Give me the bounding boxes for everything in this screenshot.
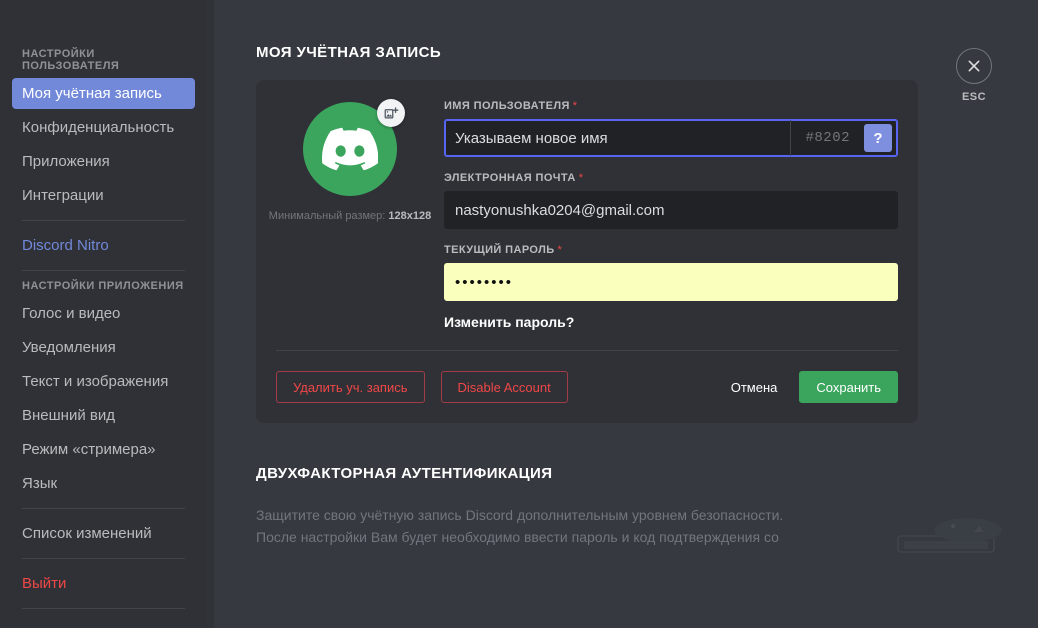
two-factor-title: ДВУХФАКТОРНАЯ АУТЕНТИФИКАЦИЯ	[256, 465, 553, 482]
sidebar-item-notifications[interactable]: Уведомления	[12, 332, 195, 363]
sidebar-item-language[interactable]: Язык	[12, 468, 195, 499]
sidebar-item-my-account[interactable]: Моя учётная запись	[12, 78, 195, 109]
username-label: ИМЯ ПОЛЬЗОВАТЕЛЯ *	[444, 100, 898, 112]
two-factor-description-line-1: Защитите свою учётную запись Discord доп…	[256, 507, 784, 523]
password-field-group: ТЕКУЩИЙ ПАРОЛЬ * •••••••• Изменить пароль…	[444, 244, 898, 330]
email-input[interactable]	[445, 192, 897, 228]
card-divider	[276, 350, 898, 351]
sidebar-item-logout[interactable]: Выйти	[12, 568, 195, 599]
account-card: Минимальный размер: 128x128 ИМЯ ПОЛЬЗОВА…	[256, 80, 918, 423]
disable-account-button[interactable]: Disable Account	[440, 371, 568, 403]
sidebar-item-apps[interactable]: Приложения	[12, 146, 195, 177]
sidebar-divider	[22, 220, 185, 221]
cancel-button[interactable]: Отмена	[725, 371, 784, 403]
two-factor-description: Защитите свою учётную запись Discord доп…	[256, 504, 876, 548]
email-label: ЭЛЕКТРОННАЯ ПОЧТА *	[444, 172, 898, 184]
sidebar-divider	[22, 508, 185, 509]
sidebar-item-label: Текст и изображения	[22, 373, 169, 390]
required-asterisk: *	[557, 244, 563, 256]
sidebar-item-label: Язык	[22, 475, 58, 492]
avatar-min-size-label: Минимальный размер:	[268, 210, 386, 222]
decorative-illustration	[890, 500, 1038, 554]
sidebar-item-privacy[interactable]: Конфиденциальность	[12, 112, 195, 143]
settings-sidebar: НАСТРОЙКИ ПОЛЬЗОВАТЕЛЯ Моя учётная запис…	[0, 0, 207, 628]
close-icon[interactable]	[956, 48, 992, 84]
password-label: ТЕКУЩИЙ ПАРОЛЬ *	[444, 244, 898, 256]
add-image-icon[interactable]	[377, 99, 405, 127]
sidebar-item-changelog[interactable]: Список изменений	[12, 518, 195, 549]
required-asterisk: *	[578, 172, 584, 184]
username-field-group: ИМЯ ПОЛЬЗОВАТЕЛЯ* #8202 ?	[444, 100, 898, 157]
sidebar-item-voice-video[interactable]: Голос и видео	[12, 298, 195, 329]
password-input-wrapper[interactable]: ••••••••	[444, 263, 898, 301]
sidebar-item-label: Интеграции	[22, 187, 104, 204]
save-button[interactable]: Сохранить	[799, 371, 898, 403]
sidebar-item-discord-nitro[interactable]: Discord Nitro	[12, 230, 195, 261]
close-settings-button[interactable]: ESC	[948, 48, 1000, 103]
sidebar-item-label: Конфиденциальность	[22, 119, 175, 136]
email-label-text: ЭЛЕКТРОННАЯ ПОЧТА	[444, 172, 576, 184]
account-actions: Удалить уч. запись Disable Account Отмен…	[276, 369, 898, 403]
sidebar-item-label: Discord Nitro	[22, 237, 109, 254]
avatar[interactable]	[303, 99, 405, 196]
sidebar-item-streamer-mode[interactable]: Режим «стримера»	[12, 434, 195, 465]
sidebar-item-text-images[interactable]: Текст и изображения	[12, 366, 195, 397]
sidebar-item-label: Голос и видео	[22, 305, 121, 322]
change-password-link[interactable]: Изменить пароль?	[444, 314, 898, 330]
settings-window: НАСТРОЙКИ ПОЛЬЗОВАТЕЛЯ Моя учётная запис…	[0, 0, 1038, 628]
sidebar-divider	[22, 608, 185, 609]
sidebar-item-label: Приложения	[22, 153, 110, 170]
sidebar-gutter	[207, 0, 214, 628]
sidebar-section-app-settings: НАСТРОЙКИ ПРИЛОЖЕНИЯ	[22, 280, 184, 292]
sidebar-item-appearance[interactable]: Внешний вид	[12, 400, 195, 431]
avatar-min-size-value: 128x128	[388, 210, 432, 222]
username-help-button[interactable]: ?	[864, 124, 892, 152]
username-discriminator: #8202	[790, 120, 864, 156]
sidebar-divider	[22, 558, 185, 559]
sidebar-item-label: Уведомления	[22, 339, 116, 356]
password-label-text: ТЕКУЩИЙ ПАРОЛЬ	[444, 244, 555, 256]
password-input[interactable]: ••••••••	[445, 264, 523, 300]
two-factor-section: ДВУХФАКТОРНАЯ АУТЕНТИФИКАЦИЯ Защитите св…	[256, 465, 1038, 553]
sidebar-item-label: Список изменений	[22, 525, 152, 542]
username-label-text: ИМЯ ПОЛЬЗОВАТЕЛЯ	[444, 100, 570, 112]
email-input-wrapper[interactable]	[444, 191, 898, 229]
sidebar-item-label: Режим «стримера»	[22, 441, 156, 458]
avatar-column: Минимальный размер: 128x128	[269, 99, 431, 330]
two-factor-description-line-2: После настройки Вам будет необходимо вве…	[256, 529, 779, 545]
page-title: МОЯ УЧЁТНАЯ ЗАПИСЬ	[256, 44, 442, 61]
avatar-min-size-note: Минимальный размер: 128x128	[269, 210, 431, 222]
sidebar-item-label: Моя учётная запись	[22, 85, 162, 102]
email-field-group: ЭЛЕКТРОННАЯ ПОЧТА *	[444, 172, 898, 229]
account-fields: ИМЯ ПОЛЬЗОВАТЕЛЯ* #8202 ? ЭЛЕКТРОННАЯ ПО…	[444, 100, 898, 330]
settings-main-panel: МОЯ УЧЁТНАЯ ЗАПИСЬ Минимальный размер: 1…	[214, 0, 1038, 628]
required-asterisk: *	[572, 100, 578, 112]
sidebar-item-integrations[interactable]: Интеграции	[12, 180, 195, 211]
delete-account-button[interactable]: Удалить уч. запись	[276, 371, 425, 403]
username-input[interactable]	[445, 120, 791, 156]
close-label: ESC	[961, 91, 987, 103]
sidebar-item-label: Внешний вид	[22, 407, 115, 424]
username-input-wrapper[interactable]: #8202 ?	[444, 119, 898, 157]
sidebar-section-user-settings: НАСТРОЙКИ ПОЛЬЗОВАТЕЛЯ	[22, 48, 120, 72]
sidebar-item-label: Выйти	[22, 575, 67, 592]
sidebar-divider	[22, 270, 185, 271]
